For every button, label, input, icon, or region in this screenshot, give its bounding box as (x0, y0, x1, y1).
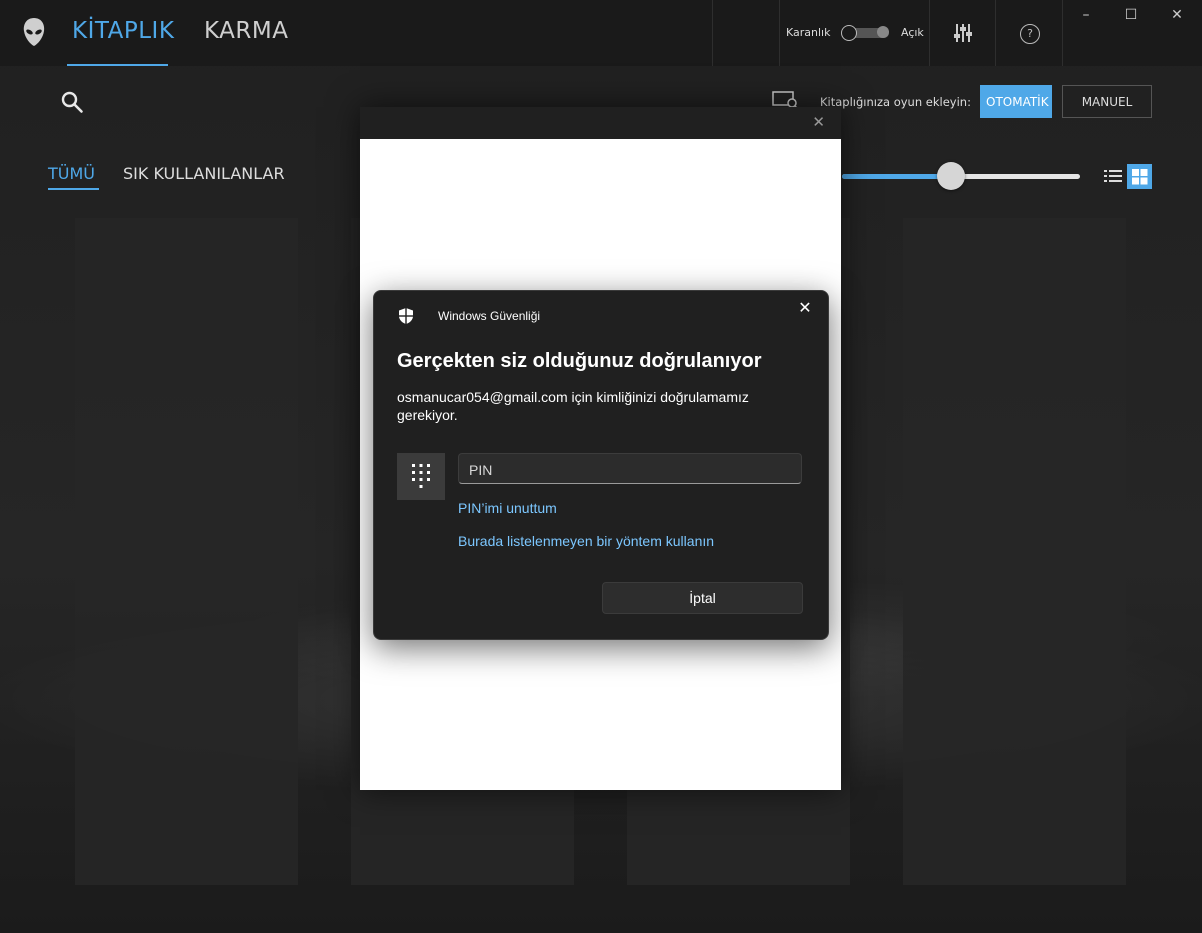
game-tile[interactable] (75, 578, 298, 885)
title-bar: KİTAPLIK KARMA Karanlık Açık ? – ☐ ✕ (0, 0, 1202, 66)
tab-karma[interactable]: KARMA (204, 18, 288, 44)
dialog-app-name: Windows Güvenliği (438, 309, 541, 323)
pin-field[interactable] (458, 453, 802, 484)
divider (1062, 0, 1063, 66)
manual-add-button[interactable]: MANUEL (1062, 85, 1152, 118)
tile-size-slider-fill (842, 174, 952, 179)
other-method-link[interactable]: Burada listelenmeyen bir yöntem kullanın (458, 533, 714, 549)
grid-view-icon[interactable] (1127, 164, 1152, 189)
alien-logo-icon (23, 18, 45, 46)
game-tile[interactable] (903, 578, 1126, 885)
search-icon[interactable] (60, 90, 84, 114)
help-icon[interactable]: ? (1020, 24, 1040, 44)
dialog-title: Gerçekten siz olduğunuz doğrulanıyor (397, 350, 762, 372)
pin-input[interactable] (467, 460, 791, 480)
filter-all[interactable]: TÜMÜ (48, 164, 95, 183)
dialog-description: osmanucar054@gmail.com için kimliğinizi … (397, 389, 749, 423)
theme-toggle[interactable] (841, 25, 889, 41)
tab-library[interactable]: KİTAPLIK (72, 18, 174, 44)
keypad-icon (397, 453, 445, 500)
toggle-thumb (877, 26, 889, 38)
minimize-button[interactable]: – (1076, 6, 1096, 24)
divider (929, 0, 930, 66)
forgot-pin-link[interactable]: PIN’imi unuttum (458, 500, 557, 516)
filter-favorites[interactable]: SIK KULLANILANLAR (123, 164, 285, 183)
add-games-label: Kitaplığınıza oyun ekleyin: (820, 95, 971, 109)
shield-icon (399, 308, 413, 324)
equalizer-icon[interactable] (953, 22, 973, 44)
close-button[interactable]: ✕ (1167, 6, 1187, 24)
toggle-knob (841, 25, 857, 41)
game-tile[interactable] (903, 218, 1126, 525)
auto-scan-button[interactable]: OTOMATİK (980, 85, 1052, 118)
host-close-icon[interactable]: ✕ (812, 113, 825, 131)
cancel-button[interactable]: İptal (602, 582, 803, 614)
divider (712, 0, 713, 66)
close-icon[interactable]: ✕ (796, 299, 814, 317)
theme-dark-label: Karanlık (786, 26, 831, 39)
windows-security-dialog: Windows Güvenliği ✕ Gerçekten siz olduğu… (373, 290, 829, 640)
filter-all-indicator (48, 188, 99, 190)
host-window-title-bar: ✕ (360, 107, 841, 139)
tab-library-indicator (67, 64, 168, 66)
divider (779, 0, 780, 66)
divider (995, 0, 996, 66)
game-tile[interactable] (75, 218, 298, 525)
theme-light-label: Açık (901, 26, 924, 39)
maximize-button[interactable]: ☐ (1121, 6, 1141, 24)
list-view-icon[interactable] (1104, 168, 1122, 184)
